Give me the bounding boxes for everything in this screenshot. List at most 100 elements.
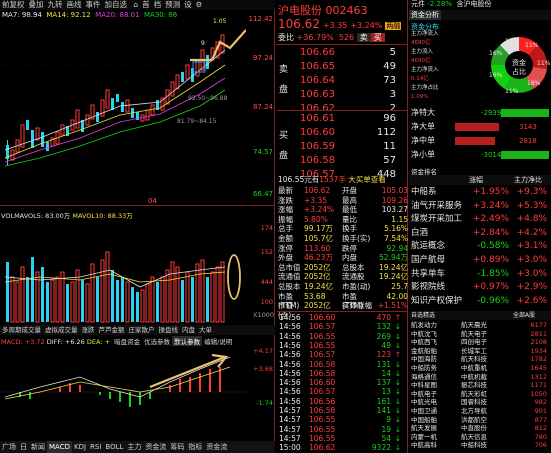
tab-indicator[interactable]: 虚拟成交量 — [43, 325, 80, 335]
arrow-up-icon: ↑ — [394, 350, 401, 360]
sector-row[interactable]: 共享单车 -1.85% +3.0% — [411, 268, 549, 281]
arrow-down-icon: ↓ — [394, 368, 401, 378]
chart-panel[interactable]: 前复权 叠加 九转 画线 事件 加自选 ⌂ 首档预测设 ⚙ MA7: 98.94 MA14: … — [0, 0, 275, 453]
sell-order-row[interactable]: 106.66 5 — [278, 46, 398, 60]
sector-row[interactable]: 国产航母 +0.89% +3.0% — [411, 254, 549, 267]
tab-bottom[interactable]: 日 — [18, 441, 29, 453]
tab-indicator[interactable]: 内盘 — [180, 325, 197, 335]
net-flow-row: 净大单 3143 — [411, 122, 537, 131]
arrow-down-icon: ↓ — [394, 387, 401, 397]
arrow-up-icon: ↑ — [394, 313, 401, 322]
settings-icon[interactable]: ⚙ — [194, 0, 205, 10]
toolbar-dang[interactable]: 档 — [152, 0, 164, 10]
toolbar-overlay[interactable]: 叠加 — [27, 0, 46, 10]
toolbar-forecast[interactable]: 预测 — [163, 0, 182, 10]
trade-row: 14:56 106.57 123 ↑ — [279, 350, 401, 360]
tab-indicator[interactable]: 多周期成交量 — [0, 325, 43, 335]
toolbar-event[interactable]: 事件 — [84, 0, 103, 10]
stock-pair-row[interactable]: 中航沈飞 航天电子 2811 — [411, 330, 549, 339]
sector-row[interactable]: 影视院线 +0.97% +2.9% — [411, 281, 549, 294]
stock-pair-row[interactable]: 中航高科 中船科技 706 — [411, 441, 549, 450]
trade-row: 14:56 106.55 269 ↓ — [279, 331, 401, 341]
tab-bottom-macd[interactable]: MACD — [47, 441, 72, 453]
sell-button[interactable]: 卖 — [356, 33, 371, 42]
tab-bottom[interactable]: RSI — [88, 441, 103, 453]
stock-pair-row[interactable]: 航天发展 中直股份 812 — [411, 424, 549, 433]
tab-bottom[interactable]: 指标 — [186, 441, 204, 453]
tab-indicator[interactable]: 庄家散户 — [127, 325, 157, 335]
chart-annotation-peak: 1.05 — [213, 18, 227, 25]
tab-indicator[interactable]: 大单 — [197, 325, 214, 335]
buy-order-row[interactable]: 106.58 57 — [278, 154, 398, 168]
sector-row[interactable]: 煤炭开采加工 +2.49% +4.8% — [411, 213, 549, 226]
trade-row: 14:56 106.55 49 ↓ — [279, 340, 401, 350]
bottom-indicator-tabs: 广场日新闻 MACD KDJ RSI BOLL 主力 资金流 筹码 指标 资金流 — [0, 441, 275, 453]
buy-button[interactable]: 买 — [370, 33, 385, 42]
tab-bottom[interactable]: 主力 — [125, 441, 143, 453]
toolbar-jiuzhuan[interactable]: 九转 — [46, 0, 65, 10]
stock-pair-row[interactable]: 海格通信 中航机载 1312 — [411, 373, 549, 382]
macd-btn[interactable]: 优选参数 — [142, 336, 172, 346]
sell-order-row[interactable]: 106.64 73 — [278, 74, 398, 88]
sector-row[interactable]: 知识产权保护 -0.96% +2.6% — [411, 295, 549, 308]
tab-fund-analysis[interactable]: 资金分析 — [409, 10, 441, 20]
ma20-value: MA20: 88.01 — [95, 11, 140, 19]
tab-indicator[interactable]: 芦芦金额 — [97, 325, 127, 335]
toolbar-shou[interactable]: 首 — [140, 0, 152, 10]
stock-pair-row[interactable]: 中国卫通 北方导航 901 — [411, 407, 549, 416]
macd-btn[interactable]: 暗盘资金 — [112, 336, 142, 346]
volume-chart[interactable] — [0, 222, 246, 324]
toolbar-draw[interactable]: 画线 — [65, 0, 84, 10]
ma14-value: MA14: 92.12 — [46, 11, 91, 19]
price-axis-tick: 87.24 — [252, 103, 273, 111]
toolbar-set[interactable]: 设 — [182, 0, 194, 10]
tab-bottom[interactable]: 资金流 — [204, 441, 229, 453]
sell-order-row[interactable]: 106.63 3 — [278, 88, 398, 102]
sector-row[interactable]: 航运概念 -0.58% +3.1% — [411, 240, 549, 253]
macd-btn[interactable]: 编辑/说明 — [202, 336, 234, 346]
stock-pair-row[interactable]: 航发动力 航天晨光 6177 — [411, 321, 549, 330]
sector-row[interactable]: 白酒 +2.84% +4.2% — [411, 227, 549, 240]
tab-bottom[interactable]: 广场 — [0, 441, 18, 453]
buy-order-row[interactable]: 106.60 112 — [278, 126, 398, 140]
stock-pair-row[interactable]: 中国船舶 洪都航空 877 — [411, 416, 549, 425]
stock-pair-row[interactable]: 中国海防 航天科技 1782 — [411, 355, 549, 364]
indicator-tabs: 多周期成交量 虚拟成交量 涨跌 芦芦金额 庄家散户 操盘线 内盘 大单 — [0, 325, 275, 335]
candlestick-chart[interactable] — [0, 20, 246, 205]
home-icon[interactable]: ⌂ — [131, 0, 140, 10]
net-flow-row: 净小单 -3014 — [411, 148, 551, 162]
arrow-down-icon: ↓ — [394, 331, 401, 341]
toolbar-fuquan[interactable]: 前复权 — [0, 0, 27, 10]
volume-axis: 174 152 444 100 X1000 — [253, 224, 274, 319]
stock-pair-row[interactable]: 中航西飞 四创电子 2108 — [411, 338, 549, 347]
tab-all-a[interactable]: 全部A股 — [513, 311, 535, 320]
buy-order-row[interactable]: 106.59 11 — [278, 140, 398, 154]
pie-label: 18% — [527, 80, 541, 87]
pie-label: 17% — [505, 38, 519, 45]
tab-bottom[interactable]: KDJ — [72, 441, 88, 453]
fund-analysis-tabs: 资金分析 — [409, 10, 551, 20]
stock-pair-row[interactable]: 中船防务 中航重机 1645 — [411, 364, 549, 373]
pie-label: 16% — [489, 72, 503, 79]
stock-price-line: 106.62 +3.35 +3.24% 两融 — [278, 17, 408, 31]
macd-btn[interactable]: 默认参数 — [172, 336, 203, 346]
tab-indicator[interactable]: 涨跌 — [80, 325, 97, 335]
volume-legend: VOLMAVOL5: 83.00万 MAVOL10: 88.33万 — [1, 212, 133, 220]
tab-zixuan[interactable]: 自选精选 — [411, 312, 435, 319]
sell-order-row[interactable]: 106.65 49 — [278, 60, 398, 74]
tab-indicator[interactable]: 操盘线 — [157, 325, 181, 335]
arrow-down-icon: ↓ — [394, 340, 401, 350]
sector-row[interactable]: 中船系 +1.95% +9.3% — [411, 186, 549, 199]
view-big-order-link[interactable]: 查看 — [371, 175, 386, 184]
buy-order-row[interactable]: 106.61 96 — [278, 112, 398, 126]
macd-chart[interactable] — [0, 347, 246, 422]
tab-bottom[interactable]: 新闻 — [29, 441, 47, 453]
toolbar-add-fav[interactable]: 加自选 — [103, 0, 130, 10]
stock-pair-row[interactable]: 中航光电 国睿科技 982 — [411, 398, 549, 407]
sector-row[interactable]: 油气开采服务 +3.24% +5.3% — [411, 200, 549, 213]
tab-bottom[interactable]: 资金流 — [143, 441, 168, 453]
tab-bottom[interactable]: BOLL — [103, 441, 125, 453]
stock-pair-row[interactable]: 中科星图 振芯科技 1171 — [411, 381, 549, 390]
trade-row: 15:00 106.62 9322 ↓ — [279, 443, 401, 453]
tab-bottom[interactable]: 筹码 — [168, 441, 186, 453]
